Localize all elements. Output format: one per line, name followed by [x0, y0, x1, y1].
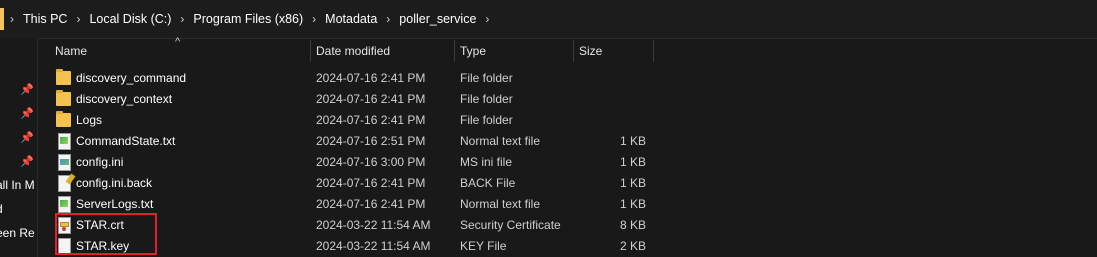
breadcrumb-separator[interactable]: ›	[4, 12, 21, 26]
chevron-right-icon[interactable]: ›	[312, 12, 316, 26]
pin-icon: 📌	[20, 108, 34, 120]
text-file-icon	[58, 133, 71, 150]
file-type: File folder	[460, 71, 513, 85]
file-type: File folder	[460, 113, 513, 127]
file-size: 8 KB	[619, 218, 646, 232]
pin-icon: 📌	[20, 156, 34, 168]
chevron-right-icon[interactable]: ›	[76, 12, 80, 26]
file-date-modified: 2024-03-22 11:54 AM	[316, 218, 431, 232]
file-size: 1 KB	[619, 176, 646, 190]
file-size: 1 KB	[619, 134, 646, 148]
file-row-star-key[interactable]: STAR.key 2024-03-22 11:54 AM KEY File 2 …	[38, 236, 1097, 257]
column-header-type[interactable]: Type	[454, 38, 574, 64]
file-type: BACK File	[460, 176, 516, 190]
breadcrumb-label[interactable]: This PC	[21, 10, 69, 28]
file-name[interactable]: STAR.key	[76, 236, 129, 257]
breadcrumb-label[interactable]: Local Disk (C:)	[87, 10, 173, 28]
file-size: 1 KB	[619, 155, 646, 169]
file-row-discovery-context[interactable]: discovery_context 2024-07-16 2:41 PM Fil…	[38, 89, 1097, 110]
file-name[interactable]: STAR.crt	[76, 215, 124, 236]
file-date-modified: 2024-07-16 2:41 PM	[316, 113, 426, 127]
file-list: discovery_command 2024-07-16 2:41 PM Fil…	[38, 68, 1097, 257]
file-type: File folder	[460, 92, 513, 106]
file-type: Normal text file	[460, 197, 541, 211]
chevron-right-icon[interactable]: ›	[180, 12, 184, 26]
file-type: Normal text file	[460, 134, 541, 148]
nav-item-label[interactable]: een Re	[0, 226, 35, 240]
file-type: Security Certificate	[460, 218, 561, 232]
file-date-modified: 2024-07-16 2:51 PM	[316, 134, 426, 148]
nav-item-label[interactable]: all In M	[0, 178, 35, 192]
column-header-name[interactable]: Name	[49, 38, 311, 64]
nav-item-label[interactable]: d	[0, 202, 3, 216]
column-divider[interactable]	[653, 40, 654, 62]
folder-icon	[56, 111, 71, 127]
chevron-right-icon[interactable]: ›	[386, 12, 390, 26]
breadcrumb-motadata[interactable]: Motadata ›	[323, 10, 397, 28]
file-size	[578, 68, 646, 89]
chevron-right-icon[interactable]: ›	[485, 12, 489, 26]
file-name[interactable]: ServerLogs.txt	[76, 194, 153, 215]
file-name[interactable]: config.ini.back	[76, 173, 152, 194]
navigation-pane[interactable]: 📌 📌 📌 📌 all In M d een Re	[0, 38, 37, 257]
file-name[interactable]: config.ini	[76, 152, 123, 173]
breadcrumb-this-pc[interactable]: This PC ›	[21, 10, 87, 28]
file-name[interactable]: discovery_command	[76, 68, 186, 89]
file-row-commandstate-txt[interactable]: CommandState.txt 2024-07-16 2:51 PM Norm…	[38, 131, 1097, 152]
ini-file-icon	[58, 154, 71, 171]
file-row-serverlogs-txt[interactable]: ServerLogs.txt 2024-07-16 2:41 PM Normal…	[38, 194, 1097, 215]
column-header: ^ Name Date modified Type Size	[38, 36, 1097, 64]
file-size	[578, 89, 646, 110]
file-date-modified: 2024-07-16 2:41 PM	[316, 176, 426, 190]
file-row-config-ini[interactable]: config.ini 2024-07-16 3:00 PM MS ini fil…	[38, 152, 1097, 173]
file-row-discovery-command[interactable]: discovery_command 2024-07-16 2:41 PM Fil…	[38, 68, 1097, 89]
folder-icon	[56, 69, 71, 85]
file-type: MS ini file	[460, 155, 513, 169]
pin-icon: 📌	[20, 84, 34, 96]
file-row-star-crt[interactable]: STAR.crt 2024-03-22 11:54 AM Security Ce…	[38, 215, 1097, 236]
breadcrumb-poller-service[interactable]: poller_service ›	[397, 10, 496, 28]
file-size: 2 KB	[619, 239, 646, 253]
file-name[interactable]: discovery_context	[76, 89, 172, 110]
file-date-modified: 2024-03-22 11:54 AM	[316, 239, 431, 253]
file-name[interactable]: CommandState.txt	[76, 131, 175, 152]
back-file-icon	[58, 175, 71, 192]
column-header-size[interactable]: Size	[573, 38, 653, 64]
breadcrumb-label[interactable]: Motadata	[323, 10, 379, 28]
file-date-modified: 2024-07-16 2:41 PM	[316, 92, 426, 106]
column-header-date-modified[interactable]: Date modified	[310, 38, 454, 64]
file-size: 1 KB	[619, 197, 646, 211]
file-date-modified: 2024-07-16 2:41 PM	[316, 71, 426, 85]
address-bar[interactable]: › This PC › Local Disk (C:) › Program Fi…	[0, 0, 1097, 39]
breadcrumb-local-disk[interactable]: Local Disk (C:) ›	[87, 10, 191, 28]
file-date-modified: 2024-07-16 3:00 PM	[316, 155, 426, 169]
file-row-config-ini-back[interactable]: config.ini.back 2024-07-16 2:41 PM BACK …	[38, 173, 1097, 194]
pin-icon: 📌	[20, 132, 34, 144]
file-row-logs[interactable]: Logs 2024-07-16 2:41 PM File folder	[38, 110, 1097, 131]
breadcrumb-label[interactable]: Program Files (x86)	[191, 10, 305, 28]
file-name[interactable]: Logs	[76, 110, 102, 131]
file-date-modified: 2024-07-16 2:41 PM	[316, 197, 426, 211]
blank-file-icon	[58, 238, 71, 255]
text-file-icon	[58, 196, 71, 213]
file-type: KEY File	[460, 239, 507, 253]
folder-icon	[56, 90, 71, 106]
breadcrumb-label[interactable]: poller_service	[397, 10, 478, 28]
breadcrumb-program-files[interactable]: Program Files (x86) ›	[191, 10, 323, 28]
certificate-file-icon	[58, 217, 71, 234]
file-size	[578, 110, 646, 131]
